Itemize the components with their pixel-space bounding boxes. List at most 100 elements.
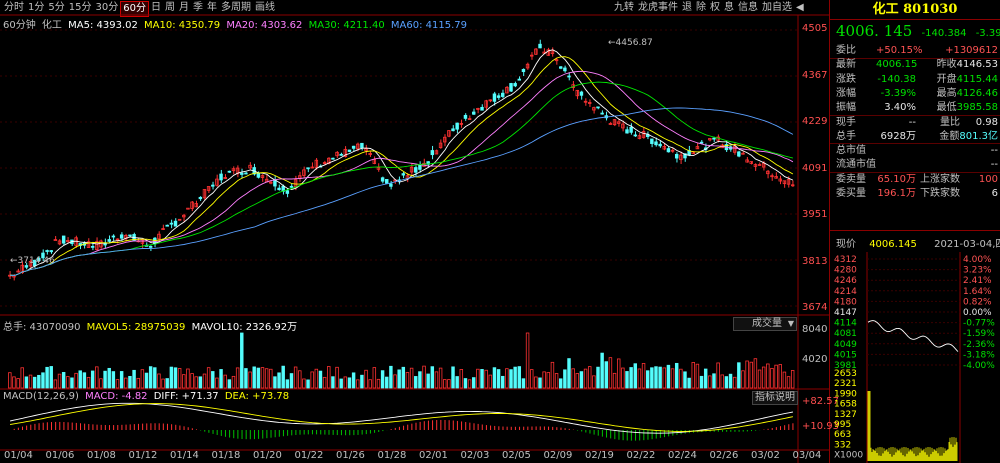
time-label: 02/05	[502, 450, 531, 461]
volume-bar	[749, 361, 753, 389]
quote-row: 委比 +50.15% +1309612	[836, 45, 998, 56]
volume-bar	[691, 362, 695, 389]
volume-bar	[128, 375, 132, 389]
volume-bar	[430, 366, 435, 389]
volume-bar	[604, 361, 609, 389]
candle-body	[654, 141, 658, 146]
volume-bar	[248, 371, 252, 389]
mini-price-label: 4147	[834, 308, 857, 318]
volume-bar	[206, 367, 211, 389]
volume-bar	[148, 366, 153, 389]
volume-bar	[165, 378, 169, 389]
candle-body	[463, 114, 468, 119]
volume-bar	[260, 367, 265, 389]
volume-bar	[757, 369, 762, 389]
candle-body	[256, 172, 261, 178]
indicator-explain-button[interactable]: 指标说明	[752, 391, 798, 405]
high-annotation: ←4456.87	[608, 38, 653, 48]
mini-price-line	[867, 320, 959, 352]
volume-bar	[24, 376, 29, 389]
macd-axis: +82.57 +10.93	[800, 390, 839, 450]
volume-bar	[766, 363, 770, 389]
candle-body	[347, 149, 352, 152]
sidebar-header: 化工 801030	[830, 0, 1000, 20]
candle-body	[360, 142, 364, 149]
volume-bar	[389, 365, 393, 389]
candle-body	[380, 177, 385, 182]
candle-body	[629, 126, 633, 133]
volume-bar	[459, 369, 464, 389]
volume-bar	[235, 367, 240, 389]
candle-body	[480, 106, 484, 111]
diff-value: DIFF: +71.37	[153, 391, 219, 402]
volume-bar	[409, 367, 414, 389]
candle-body	[165, 224, 169, 227]
volume-bar	[509, 369, 513, 389]
volume-bar	[472, 377, 476, 389]
volume-bar	[517, 366, 522, 389]
volume-bar	[625, 371, 629, 389]
dea-line	[10, 403, 793, 432]
low-annotation: ←3714.46	[10, 256, 55, 266]
mini-vol-label: X1000	[834, 451, 863, 461]
mini-pct-label: -1.59%	[963, 329, 995, 339]
volume-bar	[182, 374, 186, 389]
candle-body	[451, 128, 455, 132]
mini-vol-label: 1327	[834, 410, 857, 420]
volume-bar	[277, 372, 281, 389]
volume-bar	[144, 372, 149, 389]
volume-bar	[616, 358, 621, 389]
volume-bar	[70, 377, 74, 389]
volume-bar	[356, 379, 360, 389]
candle-body	[385, 179, 389, 184]
volume-bar	[339, 378, 343, 389]
volume-bar	[269, 368, 273, 389]
macd-value: MACD: -4.82	[85, 391, 148, 402]
mini-pct-label: 4.00%	[963, 255, 992, 265]
candle-body	[240, 172, 244, 175]
time-label: 01/22	[294, 450, 324, 461]
volume-bar	[351, 372, 356, 389]
volume-bar	[140, 369, 145, 389]
volume-bar	[480, 369, 484, 389]
volume-bar	[720, 374, 724, 389]
candle-body	[509, 83, 513, 92]
mavol10-label: MAVOL10: 2326.92万	[191, 322, 298, 333]
candle-body	[567, 75, 571, 78]
volume-bar	[550, 361, 555, 389]
volume-bar	[530, 369, 534, 389]
volume-bar	[45, 366, 49, 389]
volume-bar	[505, 368, 509, 389]
volume-bar	[132, 369, 136, 389]
volume-bar	[82, 372, 87, 389]
volume-bar	[119, 371, 124, 389]
volume-bar	[90, 370, 95, 389]
volume-bar	[364, 369, 368, 389]
mini-pct-label: -3.18%	[963, 350, 995, 360]
volume-bar	[571, 368, 575, 389]
volume-bar	[488, 374, 493, 389]
volume-bar	[302, 378, 306, 389]
mini-price-label: 4081	[834, 329, 857, 339]
sidebar-title: 化工 801030	[872, 2, 958, 17]
volume-bar	[322, 376, 327, 389]
volume-bar	[699, 375, 704, 389]
candle-body	[712, 137, 716, 140]
volume-bar	[32, 376, 37, 389]
volume-bar	[455, 376, 459, 389]
macd-name: MACD(12,26,9)	[3, 391, 79, 402]
candle-body	[169, 222, 174, 225]
volume-bar	[728, 373, 733, 389]
candle-body	[61, 235, 66, 244]
volume-bar	[49, 366, 53, 389]
macd-legend: MACD(12,26,9) MACD: -4.82 DIFF: +71.37 D…	[3, 391, 289, 402]
mini-vol-label: 1990	[834, 389, 857, 399]
mini-pct-label: 0.00%	[963, 308, 992, 318]
intraday-mini-chart[interactable]: 4312 4.00% 4280 3.23% 4246 2.41% 4214 1.64% 4180…	[830, 252, 1000, 463]
indicator-dropdown[interactable]: 成交量 ▼	[733, 317, 797, 331]
candle-body	[119, 234, 124, 239]
candle-body	[277, 187, 281, 191]
mini-pct-label: 0.82%	[963, 297, 992, 307]
chart-area[interactable]: 分时 1分 5分 15分 30分 60分日周月季年多周期 画线 九转 龙虎事件退除权息信息 加自…	[0, 0, 839, 463]
candle-body	[198, 196, 203, 200]
